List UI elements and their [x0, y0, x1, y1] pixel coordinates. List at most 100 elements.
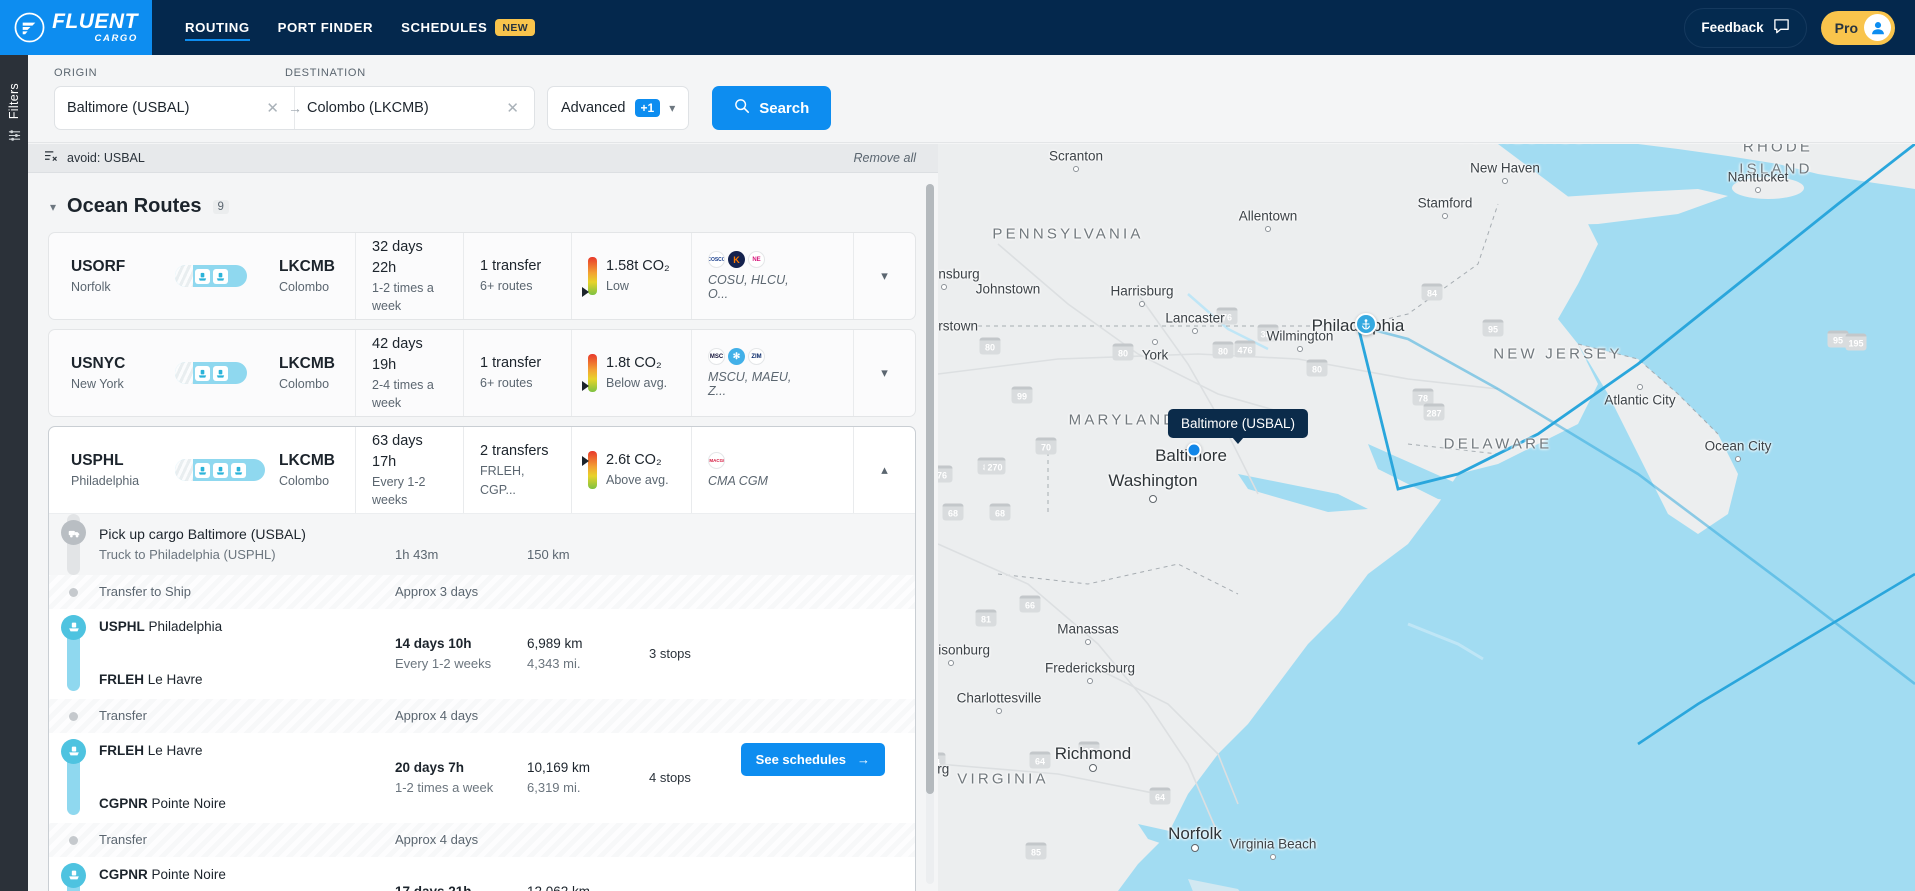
- anchor-port-icon[interactable]: [1355, 313, 1377, 335]
- nav-link-schedules[interactable]: SCHEDULES NEW: [401, 0, 536, 55]
- search-field-labels: ORIGIN DESTINATION: [54, 67, 366, 79]
- route-transfers-value: 1 transfer: [480, 355, 542, 372]
- cma-cgm-logo: CMACGM: [708, 452, 725, 469]
- map-city-dot-icon: [1297, 346, 1303, 352]
- pro-account-button[interactable]: Pro: [1820, 10, 1895, 45]
- collapse-route-button[interactable]: ▴: [853, 427, 915, 513]
- ship-icon: [61, 862, 86, 888]
- timeline-rail: [49, 609, 95, 699]
- route-transfers-sub: 6+ routes: [480, 279, 533, 294]
- route-carriers: MSC ✻ ZIM MSCU, MAEU, Z...: [691, 330, 819, 416]
- map-city-dot-icon: [948, 660, 954, 666]
- active-filters-bar: avoid: USBAL Remove all: [28, 144, 938, 173]
- advanced-filters-dropdown[interactable]: Advanced +1 ▾: [547, 86, 690, 130]
- transfer-duration: Approx 4 days: [395, 707, 479, 723]
- highway-shield-icon: 99: [1011, 386, 1033, 404]
- results-scrollbar-thumb[interactable]: [926, 184, 934, 794]
- filters-rail-label: Filters: [7, 83, 21, 120]
- hapag-lloyd-logo: K: [728, 251, 745, 268]
- origin-input[interactable]: Baltimore (USBAL) ✕: [55, 87, 295, 129]
- leg-from-code: CGPNR: [99, 866, 148, 882]
- map-city-dot-icon: [1502, 178, 1508, 184]
- search-button[interactable]: Search: [712, 86, 832, 130]
- see-schedules-label: See schedules: [755, 751, 846, 767]
- route-card-summary: USORF Norfolk LKCMB Colombo 32 days 22h …: [49, 233, 915, 319]
- highway-shield-icon: 64: [938, 752, 946, 770]
- leg-distance-km: 12,062 km: [527, 882, 649, 891]
- map-city-dot-icon: [1637, 384, 1643, 390]
- expand-route-button[interactable]: ▾: [853, 233, 915, 319]
- zim-logo: ZIM: [748, 348, 765, 365]
- leg-from-name: Philadelphia: [148, 618, 223, 634]
- timeline-step-truck: Pick up cargo Baltimore (USBAL) Truck to…: [49, 514, 915, 575]
- highway-shield-icon: 68: [989, 503, 1011, 521]
- filters-rail[interactable]: Filters: [0, 55, 28, 891]
- nav-link-routing[interactable]: ROUTING: [185, 0, 250, 55]
- origin-port-code: USPHL: [71, 451, 124, 469]
- route-legs-indicator: [167, 330, 263, 416]
- route-legs-indicator: [167, 427, 265, 513]
- legs-hatch-decoration: [175, 459, 193, 481]
- route-map[interactable]: 8080804763808099476782878495767681951956…: [938, 144, 1915, 891]
- advanced-count-badge: +1: [634, 99, 661, 117]
- route-origin: USPHL Philadelphia: [49, 427, 167, 513]
- timeline-step-ocean-leg: FRLEH Le Havre CGPNR Pointe Noire 20 day: [49, 732, 915, 823]
- route-card[interactable]: USNYC New York LKCMB Colombo 42 days 19h…: [48, 329, 916, 417]
- origin-tooltip: Baltimore (USBAL): [1167, 409, 1309, 444]
- highway-shield-icon: 76: [1216, 307, 1238, 325]
- co2-level: Low: [606, 279, 629, 294]
- map-city-dot-icon: [1085, 639, 1091, 645]
- route-transfers-value: 2 transfers: [480, 443, 549, 460]
- transfer-dot-icon: [69, 587, 78, 597]
- destination-port-name: Colombo: [279, 474, 330, 489]
- truck-step-distance: 150 km: [527, 547, 570, 562]
- route-card-summary: USPHL Philadelphia LKCMB Colombo 63 days…: [49, 427, 915, 513]
- origin-clear-icon[interactable]: ✕: [263, 101, 282, 116]
- destination-clear-icon[interactable]: ✕: [503, 101, 522, 116]
- truck-step-subtitle: Truck to Philadelphia (USPHL): [99, 547, 276, 562]
- origin-location-marker[interactable]: [1186, 442, 1202, 458]
- route-card-expanded[interactable]: USPHL Philadelphia LKCMB Colombo 63 days…: [48, 426, 916, 891]
- route-destination: LKCMB Colombo: [263, 330, 355, 416]
- origin-destination-box: Baltimore (USBAL) ✕ → Colombo (LKCMB) ✕: [54, 86, 535, 130]
- map-city-dot-icon: [1270, 854, 1276, 860]
- results-scrollbar[interactable]: [926, 184, 934, 884]
- carrier-names: MSCU, MAEU, Z...: [708, 370, 792, 398]
- map-city-dot-icon: [1735, 456, 1741, 462]
- one-logo: NE: [748, 251, 765, 268]
- nav-right-actions: Feedback Pro: [1684, 7, 1915, 48]
- co2-gauge-icon: [582, 450, 597, 489]
- route-card[interactable]: USORF Norfolk LKCMB Colombo 32 days 22h …: [48, 232, 916, 320]
- carrier-names: COSU, HLCU, O...: [708, 273, 789, 301]
- destination-port-name: Colombo: [279, 377, 330, 392]
- filter-chip-avoid[interactable]: avoid: USBAL: [67, 151, 145, 165]
- chevron-down-icon: ▾: [50, 199, 57, 214]
- logo-subtitle: CARGO: [94, 33, 138, 45]
- feedback-button[interactable]: Feedback: [1684, 7, 1807, 48]
- nav-link-schedules-label: SCHEDULES: [401, 20, 488, 35]
- map-city-dot-icon: [1149, 495, 1157, 503]
- co2-gauge-icon: [582, 256, 597, 297]
- see-schedules-button[interactable]: See schedules →: [740, 742, 885, 776]
- expand-route-button[interactable]: ▾: [853, 330, 915, 416]
- ocean-routes-section-header[interactable]: ▾ Ocean Routes 9: [28, 173, 938, 232]
- app-logo[interactable]: FLUENT CARGO: [0, 0, 152, 55]
- remove-all-filters-button[interactable]: Remove all: [853, 151, 916, 165]
- cosco-logo: COSCO: [708, 251, 725, 268]
- leg-to-port: FRLEH Le Havre: [99, 672, 395, 687]
- highway-shield-icon: 76: [938, 465, 953, 483]
- highway-shield-icon: 81: [975, 609, 997, 627]
- user-avatar-icon: [1864, 14, 1891, 41]
- ship-icon: [61, 614, 86, 640]
- highway-shield-icon: 95: [1482, 319, 1504, 337]
- timeline-step-transfer: Transfer Approx 4 days: [49, 698, 915, 733]
- highway-shield-icon: 380: [1257, 324, 1279, 342]
- leg-to-code: CGPNR: [99, 795, 148, 811]
- arrow-right-icon: →: [288, 100, 302, 116]
- nav-link-port-finder[interactable]: PORT FINDER: [278, 0, 373, 55]
- route-cards-list: USORF Norfolk LKCMB Colombo 32 days 22h …: [28, 232, 938, 891]
- co2-value: 1.8t CO₂: [606, 355, 662, 372]
- destination-input[interactable]: Colombo (LKCMB) ✕: [295, 87, 534, 129]
- leg-duration: 14 days 10h: [395, 635, 472, 651]
- route-carriers: CMACGM CMA CGM: [691, 427, 819, 513]
